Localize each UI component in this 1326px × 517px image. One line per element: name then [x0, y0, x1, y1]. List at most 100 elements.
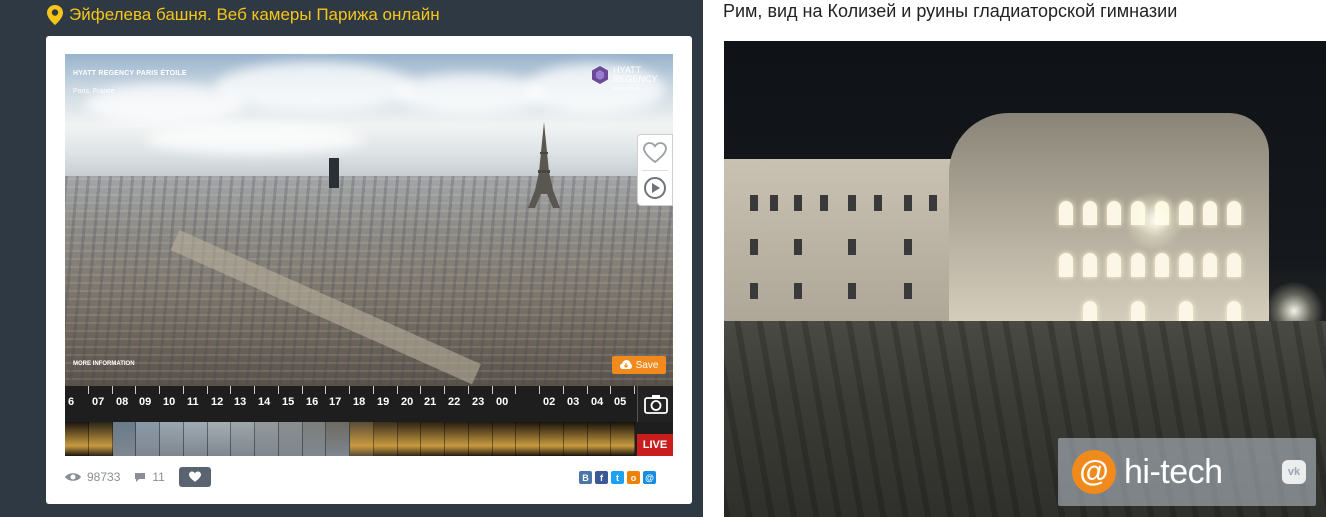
timeline-thumbnail[interactable] — [397, 422, 422, 456]
timeline-tick — [587, 386, 588, 394]
colosseum — [949, 113, 1269, 328]
timeline-tick — [325, 386, 326, 394]
timeline-hour-label[interactable]: 07 — [92, 396, 104, 408]
vk-icon[interactable]: В — [579, 471, 592, 484]
webcam-panel-paris: Эйфелева башня. Веб камеры Парижа онлайн… — [0, 0, 703, 517]
timeline-hour-label[interactable]: 12 — [211, 396, 223, 408]
timeline-tick — [468, 386, 469, 394]
timeline-hour-label[interactable]: 17 — [329, 396, 341, 408]
hi-tech-at-icon: @ — [1072, 450, 1116, 494]
timeline-hour-label[interactable]: 00 — [496, 396, 508, 408]
timeline-tick — [420, 386, 421, 394]
timeline-thumbnail[interactable] — [231, 422, 255, 456]
timeline-hour-label[interactable]: 13 — [234, 396, 246, 408]
stats-row: 98733 11 — [65, 466, 211, 488]
timeline-hours: 6 07 08 09 10 11 12 13 14 15 16 17 18 19 20 21 22 23 00 02 0… — [65, 386, 635, 424]
video-player[interactable]: HYATT REGENCY PARIS ÉTOILE Paris, France… — [65, 54, 673, 456]
timeline-hour-label[interactable]: 10 — [163, 396, 175, 408]
timeline-hour-label[interactable]: 20 — [401, 396, 413, 408]
save-button[interactable]: Save — [612, 356, 666, 374]
timeline-hour-label[interactable]: 23 — [472, 396, 484, 408]
hyatt-logo: HYATT REGENCY PARIS ÉTOILE — [591, 66, 667, 96]
hi-tech-watermark: @ hi-tech vk — [1058, 438, 1316, 506]
timeline-tick — [492, 386, 493, 394]
timeline-thumbnail[interactable] — [207, 422, 232, 456]
timeline-thumbnail[interactable] — [421, 422, 445, 456]
timeline-thumbnail[interactable] — [563, 422, 588, 456]
share-buttons: Вf t о @ — [579, 471, 656, 484]
eye-icon — [65, 473, 81, 481]
timeline-thumbnail[interactable] — [350, 422, 374, 456]
facebook-icon[interactable]: f — [595, 471, 608, 484]
timeline-thumbnail[interactable] — [468, 422, 493, 456]
timeline-thumbnail[interactable] — [492, 422, 517, 456]
timeline-hour-label[interactable]: 6 — [68, 396, 74, 408]
webcam-title-link[interactable]: Эйфелева башня. Веб камеры Парижа онлайн — [69, 5, 440, 25]
timeline-hour-label[interactable]: 14 — [258, 396, 270, 408]
more-information-link[interactable]: MORE INFORMATION — [73, 361, 135, 367]
timeline-thumbnail[interactable] — [445, 422, 469, 456]
timeline-thumbnail[interactable] — [611, 422, 635, 456]
timeline-thumbnail[interactable] — [326, 422, 350, 456]
timeline-thumbnail[interactable] — [302, 422, 327, 456]
comments-count: 11 — [152, 470, 165, 484]
live-badge[interactable]: LIVE — [637, 434, 673, 456]
timeline-thumbnail[interactable] — [112, 422, 137, 456]
timeline-hour-label[interactable]: 22 — [448, 396, 460, 408]
timeline-thumbnail[interactable] — [587, 422, 612, 456]
timeline-hour-label[interactable]: 18 — [353, 396, 365, 408]
timeline-hour-label[interactable]: 15 — [282, 396, 294, 408]
timeline-tick — [278, 386, 279, 394]
timeline-thumbnail[interactable] — [255, 422, 279, 456]
timeline-thumbnail[interactable] — [516, 422, 540, 456]
timeline-thumbnail[interactable] — [183, 422, 208, 456]
comment-icon — [135, 472, 146, 482]
odnoklassniki-icon[interactable]: о — [627, 471, 640, 484]
timeline-bar[interactable]: 6 07 08 09 10 11 12 13 14 15 16 17 18 19 20 21 22 23 00 02 0… — [65, 386, 673, 456]
timeline-hour-label[interactable]: 05 — [614, 396, 626, 408]
camera-icon — [643, 395, 668, 414]
timeline-thumbnail[interactable] — [65, 422, 89, 456]
timeline-hour-label[interactable]: 04 — [591, 396, 603, 408]
snapshot-button[interactable] — [637, 386, 673, 422]
timeline-hour-label[interactable]: 21 — [424, 396, 436, 408]
twitter-icon[interactable]: t — [611, 471, 624, 484]
favorite-button[interactable] — [638, 136, 672, 170]
map-pin-icon — [47, 5, 63, 25]
webcam-title-row[interactable]: Эйфелева башня. Веб камеры Парижа онлайн — [47, 4, 440, 26]
timeline-hour-label[interactable]: 19 — [377, 396, 389, 408]
timeline-tick — [444, 386, 445, 394]
hyatt-logo-line2: REGENCY — [613, 74, 658, 84]
street-light — [1124, 191, 1184, 251]
heart-icon — [643, 142, 667, 164]
heart-icon — [188, 471, 201, 482]
hyatt-hexagon-icon — [592, 66, 608, 84]
vk-icon: vk — [1282, 460, 1306, 484]
timeline-hour-label[interactable]: 11 — [187, 396, 199, 408]
timeline-hour-label[interactable]: 09 — [139, 396, 151, 408]
city-panorama — [65, 176, 673, 388]
timeline-thumbnail[interactable] — [540, 422, 564, 456]
player-side-buttons — [637, 134, 673, 206]
montparnasse-tower — [329, 158, 339, 188]
hotel-overlay-text: HYATT REGENCY PARIS ÉTOILE — [73, 70, 187, 77]
timeline-thumbnail[interactable] — [160, 422, 184, 456]
like-button[interactable] — [178, 467, 211, 487]
timeline-thumbnail[interactable] — [136, 422, 160, 456]
play-button[interactable] — [638, 171, 672, 205]
timeline-thumbnails — [65, 422, 635, 456]
hi-tech-watermark-text: hi-tech — [1124, 452, 1223, 491]
timeline-tick — [373, 386, 374, 394]
mailru-icon[interactable]: @ — [643, 471, 656, 484]
timeline-hour-label[interactable]: 16 — [306, 396, 318, 408]
rome-webcam-title[interactable]: Рим, вид на Колизей и руины гладиаторско… — [723, 1, 1177, 22]
timeline-tick — [254, 386, 255, 394]
timeline-hour-label[interactable]: 08 — [116, 396, 128, 408]
timeline-thumbnail[interactable] — [278, 422, 303, 456]
timeline-hour-label[interactable]: 02 — [543, 396, 555, 408]
timeline-thumbnail[interactable] — [88, 422, 113, 456]
timeline-thumbnail[interactable] — [373, 422, 398, 456]
timeline-hour-label[interactable]: 03 — [567, 396, 579, 408]
timeline-tick — [515, 386, 516, 394]
timeline-tick — [349, 386, 350, 394]
